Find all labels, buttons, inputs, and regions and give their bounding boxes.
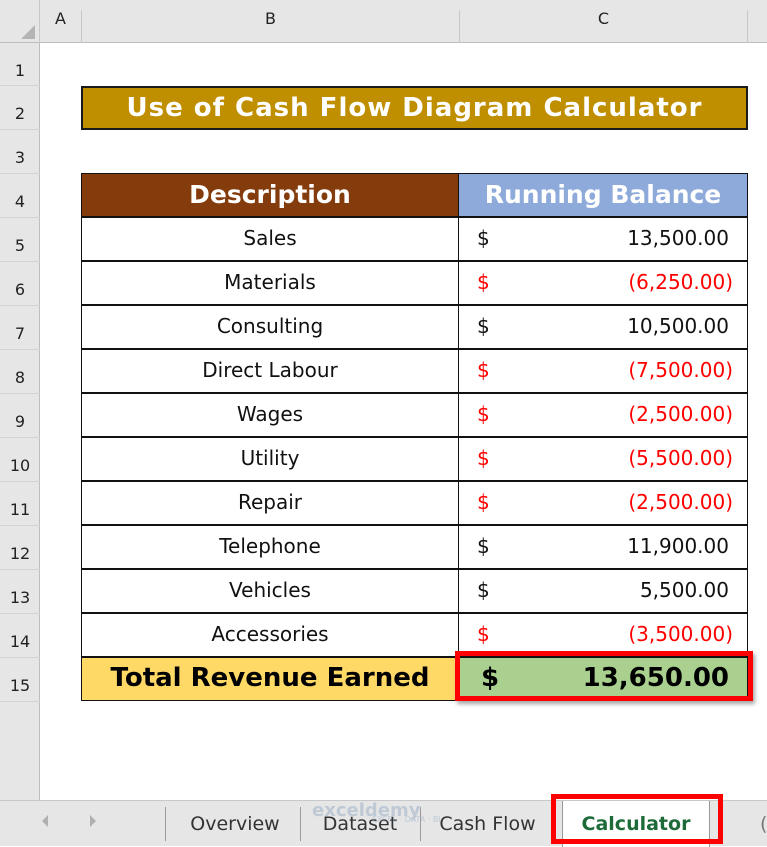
currency-symbol: $ (477, 226, 490, 250)
tab-separator (300, 807, 301, 841)
sheet-title[interactable]: Use of Cash Flow Diagram Calculator (81, 86, 748, 130)
watermark-tagline: EXCEL · DATA · BI (372, 815, 441, 824)
balance-amount: (5,500.00) (628, 446, 733, 470)
description-cell[interactable]: Accessories (81, 613, 459, 657)
row-header-12[interactable]: 12 (0, 526, 40, 570)
table-row: Vehicles $5,500.00 (81, 569, 748, 613)
row-header-5[interactable]: 5 (0, 218, 40, 262)
tab-overview[interactable]: Overview (172, 801, 298, 847)
column-header-bar: A B C (0, 0, 767, 43)
tab-separator (165, 807, 166, 841)
description-cell[interactable]: Vehicles (81, 569, 459, 613)
total-highlight-box (455, 651, 753, 701)
row-header-bar: 1 2 3 4 5 6 7 8 9 10 11 12 13 14 15 (0, 43, 40, 800)
balance-cell[interactable]: $ (7,500.00) (458, 349, 748, 393)
row-header-10[interactable]: 10 (0, 438, 40, 482)
balance-cell[interactable]: $ (5,500.00) (458, 437, 748, 481)
currency-symbol: $ (477, 402, 490, 426)
column-header-b[interactable]: B (82, 9, 460, 43)
row-header-6[interactable]: 6 (0, 262, 40, 306)
watermark-logo: exceldemy EXCEL · DATA · BI (312, 800, 441, 824)
table-row: Materials $ (6,250.00) (81, 261, 748, 305)
description-cell[interactable]: Sales (81, 217, 459, 261)
tab-cash-flow[interactable]: Cash Flow (425, 801, 550, 847)
column-label: A (55, 9, 66, 28)
table-row: Telephone $11,900.00 (81, 525, 748, 569)
balance-amount: (7,500.00) (628, 358, 733, 382)
row-header-11[interactable]: 11 (0, 482, 40, 526)
row-header-9[interactable]: 9 (0, 394, 40, 438)
column-header-c[interactable]: C (460, 9, 748, 43)
calculator-tab-highlight-box (551, 794, 723, 844)
currency-symbol: $ (477, 358, 490, 382)
table-row: Direct Labour $ (7,500.00) (81, 349, 748, 393)
table-header-row: Description Running Balance (81, 173, 748, 217)
table-row: Sales $13,500.00 (81, 217, 748, 261)
balance-amount: (6,250.00) (628, 270, 733, 294)
row-header-2[interactable]: 2 (0, 86, 40, 130)
balance-cell[interactable]: $13,500.00 (458, 217, 748, 261)
row-header-1[interactable]: 1 (0, 43, 40, 86)
balance-amount: 13,500.00 (627, 226, 729, 250)
currency-symbol: $ (477, 270, 490, 294)
table-row: Consulting $10,500.00 (81, 305, 748, 349)
balance-amount: 10,500.00 (627, 314, 729, 338)
balance-amount: 11,900.00 (627, 534, 729, 558)
description-cell[interactable]: Materials (81, 261, 459, 305)
row-header-15[interactable]: 15 (0, 658, 40, 702)
select-all-triangle-icon (21, 25, 35, 39)
currency-symbol: $ (477, 314, 490, 338)
row-header-7[interactable]: 7 (0, 306, 40, 350)
description-cell[interactable]: Direct Labour (81, 349, 459, 393)
row-header-8[interactable]: 8 (0, 350, 40, 394)
header-running-balance[interactable]: Running Balance (458, 173, 748, 217)
select-all-button[interactable] (0, 0, 40, 43)
description-cell[interactable]: Consulting (81, 305, 459, 349)
currency-symbol: $ (477, 578, 490, 602)
row-header-4[interactable]: 4 (0, 174, 40, 218)
balance-amount: (2,500.00) (628, 402, 733, 426)
table-row: Utility $ (5,500.00) (81, 437, 748, 481)
balance-cell[interactable]: $11,900.00 (458, 525, 748, 569)
column-header-d[interactable] (748, 10, 767, 43)
currency-symbol: $ (477, 534, 490, 558)
currency-symbol: $ (477, 622, 490, 646)
description-cell[interactable]: Wages (81, 393, 459, 437)
scroll-tabs-left-icon[interactable] (42, 815, 48, 827)
table-row: Repair $ (2,500.00) (81, 481, 748, 525)
description-cell[interactable]: Telephone (81, 525, 459, 569)
balance-amount: (2,500.00) (628, 490, 733, 514)
balance-cell[interactable]: $ (6,250.00) (458, 261, 748, 305)
total-label[interactable]: Total Revenue Earned (81, 657, 459, 701)
balance-amount: 5,500.00 (639, 578, 729, 602)
description-cell[interactable]: Utility (81, 437, 459, 481)
scroll-tabs-right-icon[interactable] (90, 815, 96, 827)
column-header-a[interactable]: A (40, 9, 82, 43)
table-row: Wages $ (2,500.00) (81, 393, 748, 437)
more-tabs-indicator[interactable]: ( (760, 801, 767, 847)
column-label: B (265, 9, 276, 28)
row-header-3[interactable]: 3 (0, 130, 40, 174)
header-description[interactable]: Description (81, 173, 459, 217)
balance-cell[interactable]: $ (2,500.00) (458, 393, 748, 437)
balance-amount: (3,500.00) (628, 622, 733, 646)
row-header-14[interactable]: 14 (0, 614, 40, 658)
row-header-13[interactable]: 13 (0, 570, 40, 614)
description-cell[interactable]: Repair (81, 481, 459, 525)
balance-cell[interactable]: $5,500.00 (458, 569, 748, 613)
balance-cell[interactable]: $10,500.00 (458, 305, 748, 349)
currency-symbol: $ (477, 490, 490, 514)
currency-symbol: $ (477, 446, 490, 470)
balance-cell[interactable]: $ (2,500.00) (458, 481, 748, 525)
column-label: C (597, 9, 610, 28)
